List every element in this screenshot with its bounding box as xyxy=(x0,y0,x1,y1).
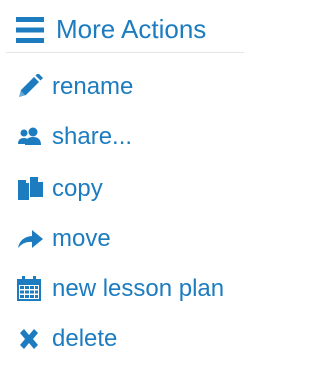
menu-item-label: rename xyxy=(52,73,134,100)
menu-item-move[interactable]: move xyxy=(0,218,244,258)
header-divider xyxy=(6,52,244,53)
hamburger-menu-icon xyxy=(16,17,44,43)
x-mark-icon xyxy=(16,326,44,352)
menu-item-new-lesson-plan[interactable]: new lesson plan xyxy=(0,268,244,308)
menu-item-label: share... xyxy=(52,123,133,150)
menu-item-label: new lesson plan xyxy=(52,275,225,302)
pencil-icon xyxy=(16,74,44,100)
menu-header[interactable]: More Actions xyxy=(0,0,244,50)
calendar-icon xyxy=(16,276,44,302)
forward-arrow-icon xyxy=(16,226,44,252)
menu-title: More Actions xyxy=(56,14,207,44)
menu-item-rename[interactable]: rename xyxy=(0,66,244,106)
menu-item-share[interactable]: share... xyxy=(0,116,244,156)
menu-item-delete[interactable]: delete xyxy=(0,318,244,358)
menu-item-copy[interactable]: copy xyxy=(0,168,244,208)
menu-item-label: delete xyxy=(52,325,118,352)
menu-item-label: move xyxy=(52,225,111,252)
users-icon xyxy=(16,124,44,150)
copy-document-icon xyxy=(16,176,44,202)
menu-item-label: copy xyxy=(52,175,103,202)
